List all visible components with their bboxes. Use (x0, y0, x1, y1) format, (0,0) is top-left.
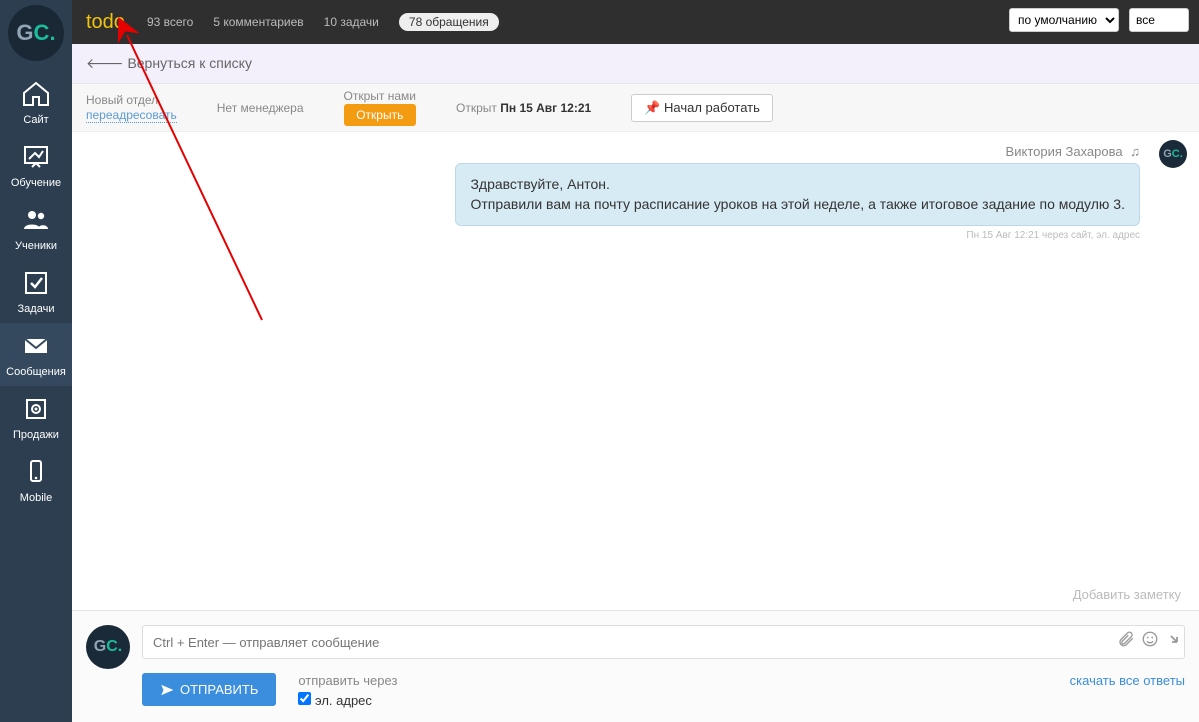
check-icon (21, 270, 51, 296)
expand-icon[interactable] (1165, 630, 1179, 651)
phone-icon (21, 459, 51, 485)
add-note-link[interactable]: Добавить заметку (1073, 587, 1181, 602)
no-manager-label: Нет менеджера (217, 101, 304, 115)
mail-icon (21, 333, 51, 359)
composer: GC. ОТПРАВИТ (72, 610, 1199, 722)
users-icon (21, 207, 51, 233)
board-icon (21, 144, 51, 170)
info-row: Новый отдел переадресовать Нет менеджера… (72, 84, 1199, 132)
filter-appeals-badge[interactable]: 78 обращения (399, 13, 499, 31)
sidebar-item-sales[interactable]: Продажи (0, 386, 72, 449)
sidebar-item-label: Обучение (11, 177, 61, 189)
sidebar-item-label: Mobile (20, 492, 52, 504)
send-button[interactable]: ОТПРАВИТЬ (142, 673, 276, 706)
music-icon: ♫ (1130, 144, 1140, 159)
filter-total[interactable]: 93 всего (147, 15, 193, 29)
open-button[interactable]: Открыть (344, 104, 416, 126)
sidebar-item-label: Ученики (15, 240, 57, 252)
message-meta: Пн 15 Авг 12:21 через сайт, эл. адрес (86, 230, 1140, 241)
author-name: Виктория Захарова (1006, 144, 1123, 159)
open-col: Открыт нами Открыть (344, 89, 416, 126)
send-icon (160, 683, 174, 697)
manager-col: Нет менеджера (217, 101, 304, 115)
opened-by-label: Открыт нами (344, 89, 416, 103)
todo-title: todo (86, 11, 125, 34)
topbar: todo 93 всего 5 комментариев 10 задачи 7… (72, 0, 1199, 44)
sort-select[interactable]: по умолчанию (1009, 8, 1119, 32)
sidebar-item-label: Сайт (23, 114, 48, 126)
pin-icon: 📌 (644, 100, 660, 115)
email-channel[interactable]: эл. адрес (298, 692, 397, 708)
send-via-label: отправить через (298, 673, 397, 688)
download-all-link[interactable]: скачать все ответы (1070, 673, 1185, 688)
dept-label: Новый отдел (86, 93, 177, 107)
sidebar-item-label: Задачи (18, 303, 55, 315)
filter-comments[interactable]: 5 комментариев (213, 15, 303, 29)
sidebar-item-students[interactable]: Ученики (0, 197, 72, 260)
email-checkbox[interactable] (298, 692, 311, 705)
sidebar-item-site[interactable]: Сайт (0, 71, 72, 134)
msg-line: Отправили вам на почту расписание уроков… (470, 194, 1125, 214)
sidebar: GC. Сайт Обучение Ученики Задачи Сообщен… (0, 0, 72, 722)
opened-time: Открыт Пн 15 Авг 12:21 (456, 101, 591, 115)
sidebar-item-messages[interactable]: Сообщения (0, 323, 72, 386)
author-line: Виктория Захарова ♫ (86, 144, 1140, 159)
dept-col: Новый отдел переадресовать (86, 93, 177, 123)
filter-input[interactable] (1129, 8, 1189, 32)
logo[interactable]: GC. (8, 5, 64, 61)
author-avatar[interactable]: GC. (1159, 140, 1187, 168)
sidebar-item-mobile[interactable]: Mobile (0, 449, 72, 512)
started-work-button[interactable]: 📌 Начал работать (631, 94, 773, 122)
sidebar-item-label: Продажи (13, 429, 59, 441)
sidebar-item-tasks[interactable]: Задачи (0, 260, 72, 323)
back-row: 🡐 Вернуться к списку (72, 44, 1199, 84)
filter-tasks[interactable]: 10 задачи (324, 15, 379, 29)
arrow-left-icon: 🡐 (86, 55, 127, 71)
message-bubble: Здравствуйте, Антон. Отправили вам на по… (455, 163, 1140, 226)
message-input[interactable] (142, 625, 1185, 659)
self-avatar: GC. (86, 625, 130, 669)
main: todo 93 всего 5 комментариев 10 задачи 7… (72, 0, 1199, 722)
sidebar-item-learning[interactable]: Обучение (0, 134, 72, 197)
send-via: отправить через эл. адрес (298, 673, 397, 708)
emoji-icon[interactable] (1141, 630, 1159, 651)
attach-icon[interactable] (1117, 630, 1135, 651)
back-link[interactable]: 🡐 Вернуться к списку (86, 55, 252, 72)
redirect-link[interactable]: переадресовать (86, 108, 177, 123)
msg-line: Здравствуйте, Антон. (470, 174, 1125, 194)
gear-box-icon (21, 396, 51, 422)
sidebar-item-label: Сообщения (6, 366, 66, 378)
conversation: Виктория Захарова ♫ GC. Здравствуйте, Ан… (72, 132, 1199, 610)
home-icon (21, 81, 51, 107)
